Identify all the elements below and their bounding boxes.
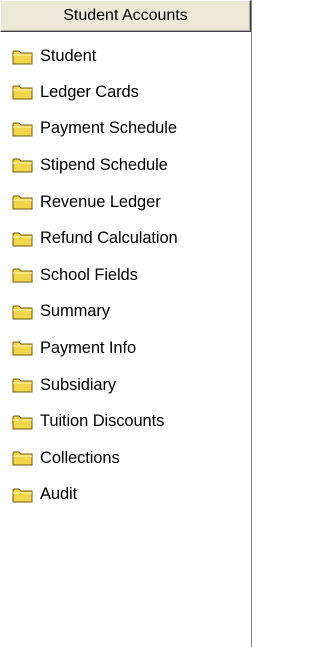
folder-icon [12, 50, 33, 64]
folder-icon [12, 305, 33, 320]
list-item-stipend-schedule[interactable]: Stipend Schedule [0, 147, 250, 184]
folder-list: Student Ledger Cards Payment Schedule St… [0, 33, 250, 513]
folder-icon [12, 415, 33, 430]
list-item-label: Payment Schedule [40, 119, 177, 138]
list-item-revenue-ledger[interactable]: Revenue Ledger [0, 184, 250, 221]
list-item-audit[interactable]: Audit [0, 477, 250, 514]
folder-icon [12, 451, 33, 466]
panel-header[interactable]: Student Accounts [0, 0, 251, 32]
folder-icon [12, 268, 33, 283]
list-item-summary[interactable]: Summary [0, 294, 250, 331]
list-item-ledger-cards[interactable]: Ledger Cards [0, 74, 250, 111]
list-item-label: Student [40, 47, 97, 65]
list-item-label: Ledger Cards [40, 82, 139, 101]
list-item-collections[interactable]: Collections [0, 440, 250, 477]
folder-icon [12, 232, 33, 247]
folder-icon [12, 195, 33, 210]
folder-icon [12, 85, 33, 100]
list-item-label: Audit [40, 485, 78, 504]
list-item-payment-info[interactable]: Payment Info [0, 330, 250, 367]
list-item-label: Collections [40, 448, 120, 467]
list-item-label: Revenue Ledger [40, 192, 161, 211]
folder-icon [12, 158, 33, 173]
list-item-payment-schedule[interactable]: Payment Schedule [0, 111, 250, 148]
folder-icon [12, 488, 33, 503]
folder-icon [12, 378, 33, 393]
list-item-student[interactable]: Student [0, 33, 250, 74]
list-item-label: School Fields [40, 265, 138, 284]
list-item-label: Subsidiary [40, 375, 117, 394]
list-item-label: Tuition Discounts [40, 412, 165, 431]
list-item-label: Summary [40, 302, 110, 321]
folder-icon [12, 341, 33, 356]
list-item-label: Payment Info [40, 338, 137, 357]
list-item-tuition-discounts[interactable]: Tuition Discounts [0, 403, 250, 440]
list-item-label: Refund Calculation [40, 229, 178, 248]
list-item-subsidiary[interactable]: Subsidiary [0, 367, 250, 404]
list-item-school-fields[interactable]: School Fields [0, 257, 250, 294]
student-accounts-panel: Student Accounts Student Ledger Cards Pa… [0, 0, 252, 647]
list-item-refund-calculation[interactable]: Refund Calculation [0, 220, 250, 257]
list-item-label: Stipend Schedule [40, 155, 168, 174]
folder-icon [12, 122, 33, 137]
